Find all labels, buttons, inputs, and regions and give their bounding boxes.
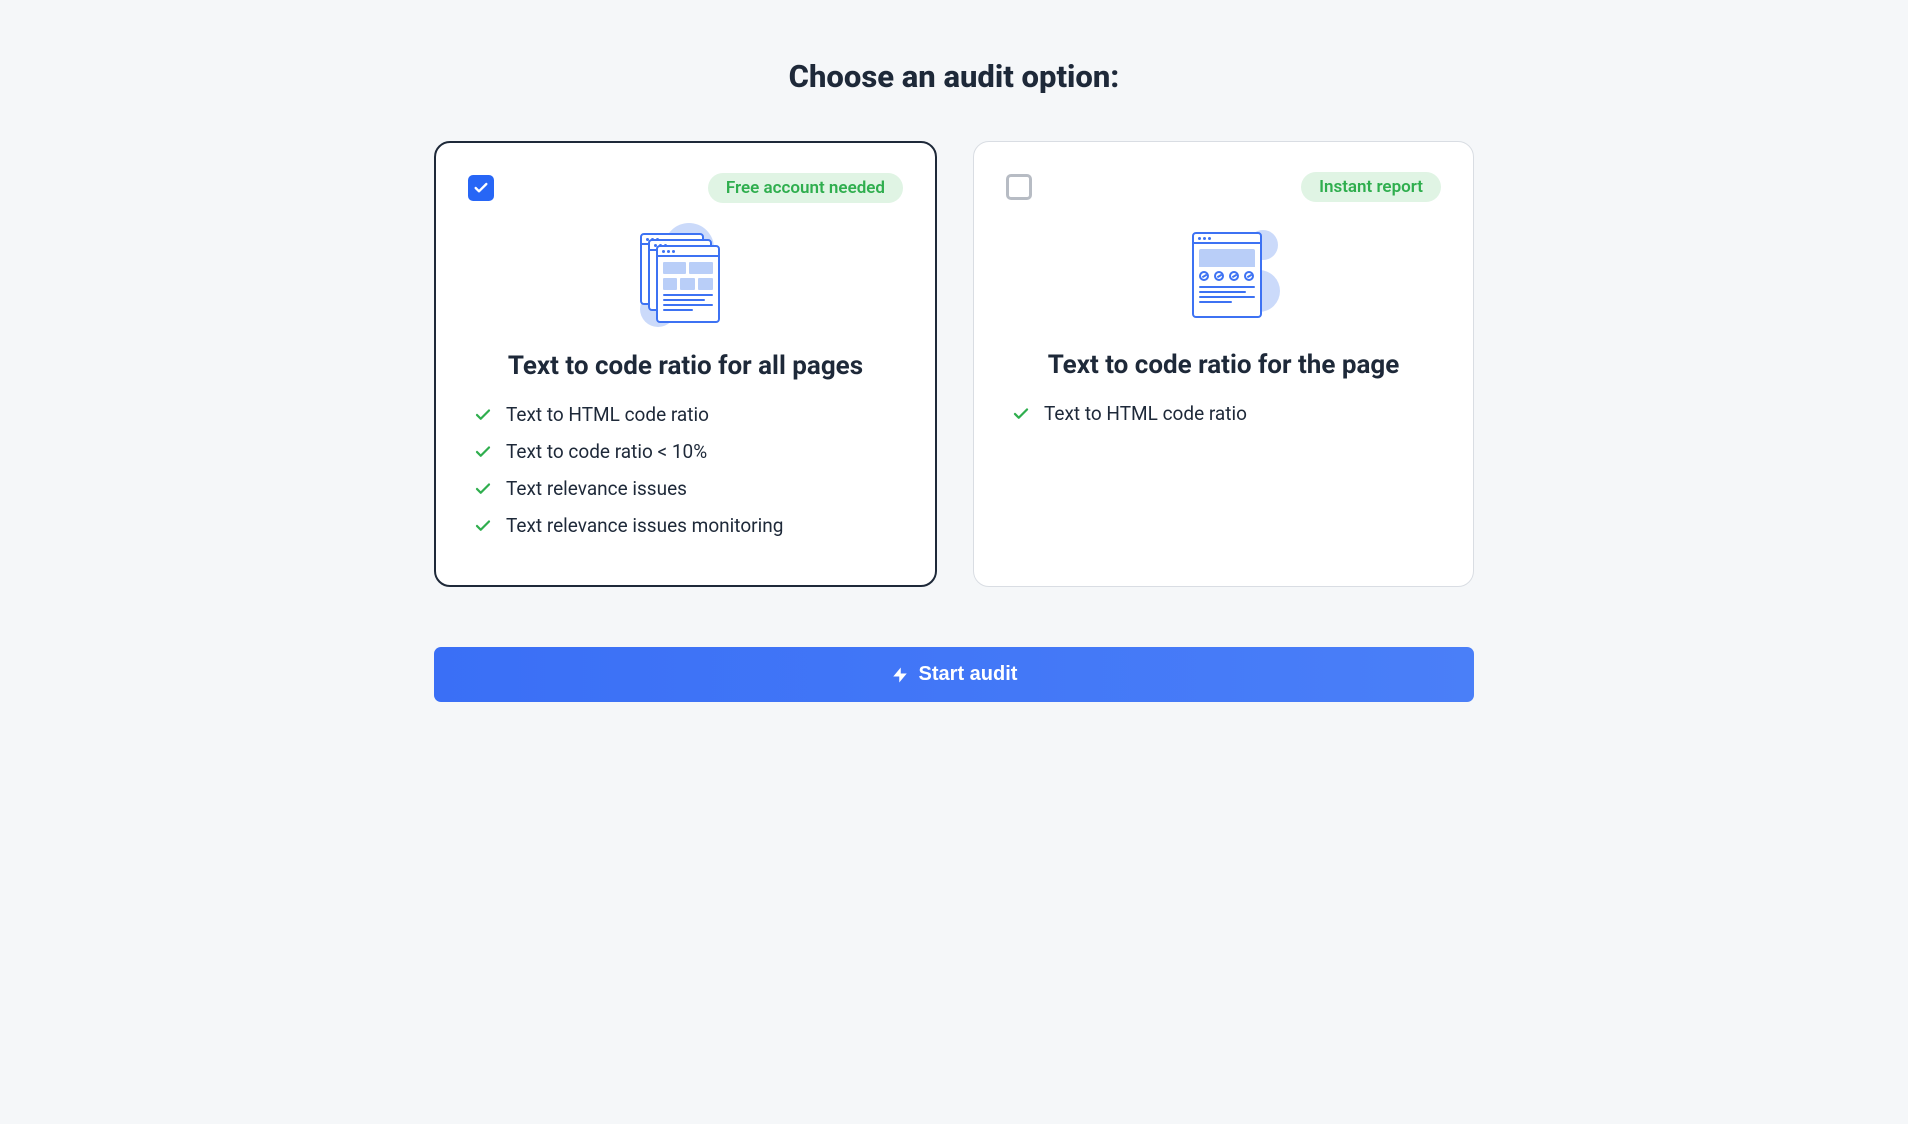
- card-title: Text to code ratio for all pages: [468, 351, 903, 381]
- page-title: Choose an audit option:: [434, 58, 1474, 95]
- option-cards: Free account needed: [434, 141, 1474, 587]
- start-audit-label: Start audit: [919, 663, 1018, 686]
- feature-item: Text to HTML code ratio: [1012, 402, 1441, 425]
- card-header: Free account needed: [468, 173, 903, 203]
- badge-instant-report: Instant report: [1301, 172, 1441, 202]
- check-icon: [1012, 405, 1030, 423]
- feature-text: Text relevance issues monitoring: [506, 514, 783, 537]
- feature-text: Text to HTML code ratio: [506, 403, 709, 426]
- illustration-multi-page: [468, 227, 903, 331]
- illustration-single-page: [1006, 226, 1441, 330]
- feature-list: Text to HTML code ratio: [1006, 402, 1441, 425]
- check-icon: [474, 517, 492, 535]
- option-card-all-pages[interactable]: Free account needed: [434, 141, 937, 587]
- feature-item: Text relevance issues: [474, 477, 903, 500]
- badge-free-account: Free account needed: [708, 173, 903, 203]
- lightning-icon: [891, 666, 909, 684]
- feature-list: Text to HTML code ratio Text to code rat…: [468, 403, 903, 537]
- feature-item: Text to HTML code ratio: [474, 403, 903, 426]
- card-title: Text to code ratio for the page: [1006, 350, 1441, 380]
- checkbox-unchecked[interactable]: [1006, 174, 1032, 200]
- check-icon: [474, 406, 492, 424]
- option-card-single-page[interactable]: Instant report: [973, 141, 1474, 587]
- card-header: Instant report: [1006, 172, 1441, 202]
- checkbox-checked[interactable]: [468, 175, 494, 201]
- check-icon: [474, 443, 492, 461]
- check-icon: [473, 180, 489, 196]
- feature-item: Text relevance issues monitoring: [474, 514, 903, 537]
- feature-text: Text relevance issues: [506, 477, 687, 500]
- start-audit-button[interactable]: Start audit: [434, 647, 1474, 702]
- check-icon: [474, 480, 492, 498]
- feature-text: Text to code ratio < 10%: [506, 440, 707, 463]
- feature-text: Text to HTML code ratio: [1044, 402, 1247, 425]
- feature-item: Text to code ratio < 10%: [474, 440, 903, 463]
